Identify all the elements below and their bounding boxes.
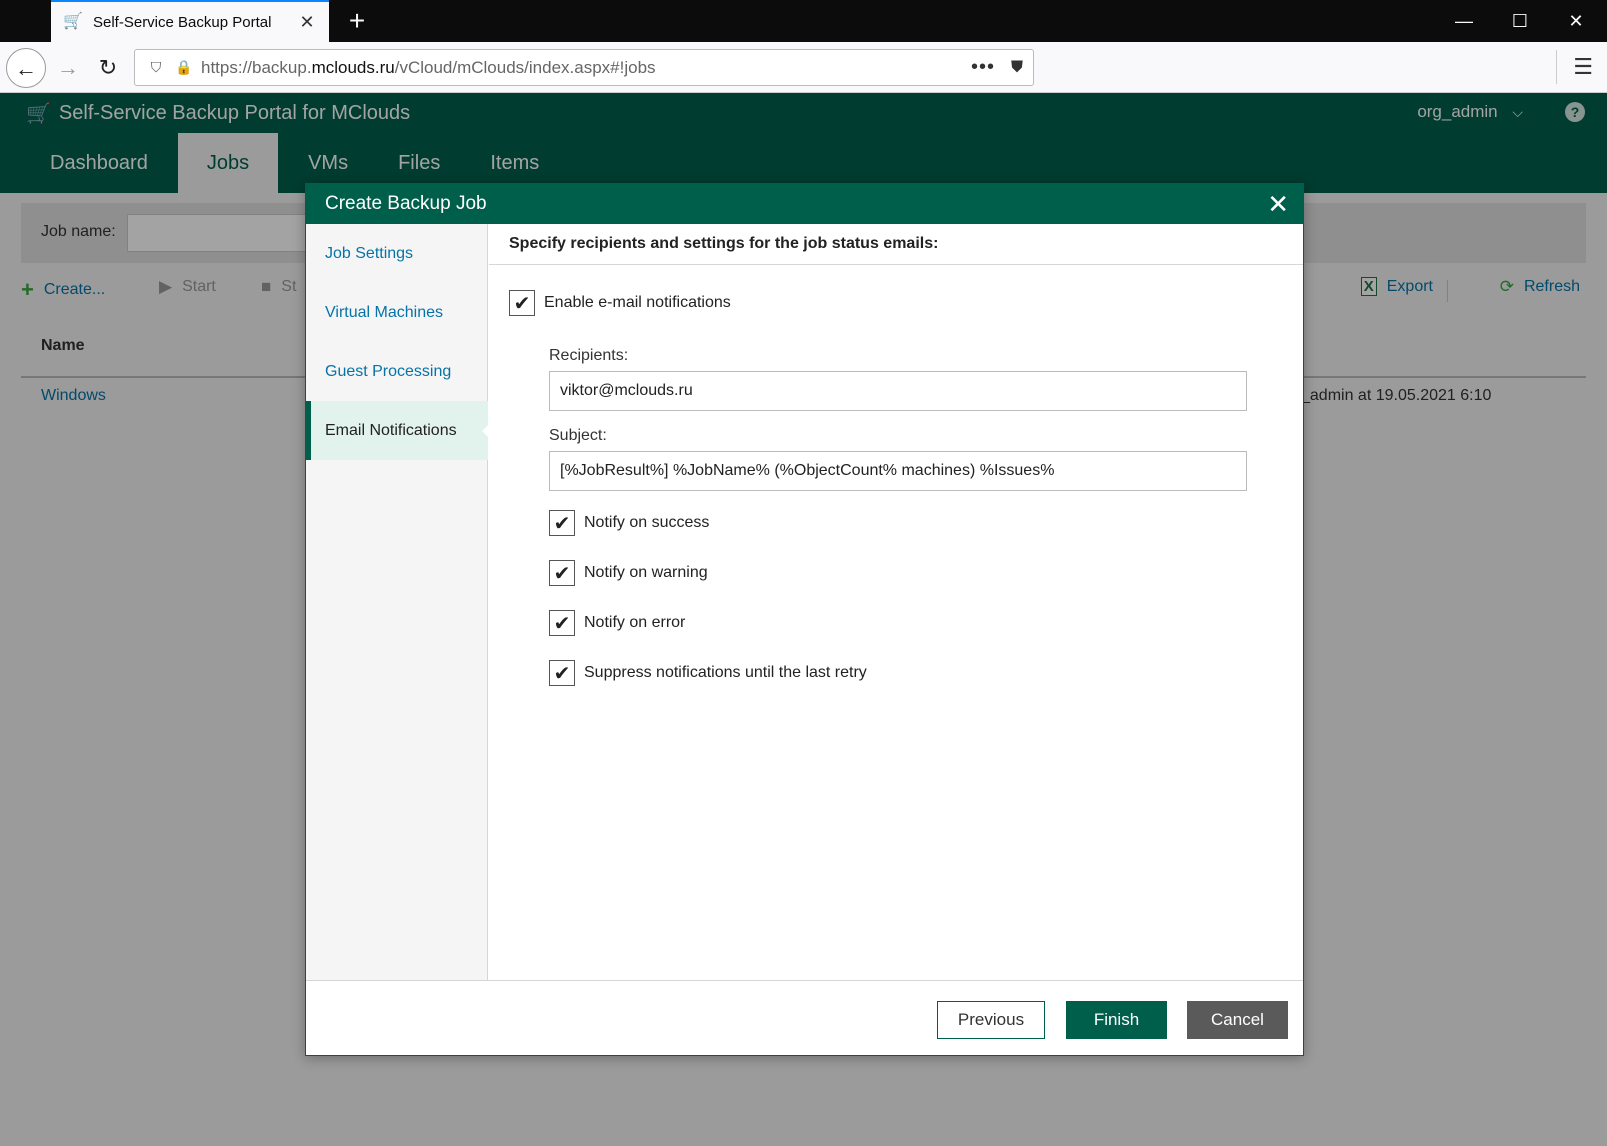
url-prefix: https://backup.: [201, 57, 312, 77]
subject-input[interactable]: [%JobResult%] %JobName% (%ObjectCount% m…: [549, 451, 1247, 491]
back-arrow-icon[interactable]: ←: [6, 48, 46, 88]
active-step-arrow: [482, 424, 489, 438]
shield-icon[interactable]: ⛉: [145, 59, 167, 76]
previous-button[interactable]: Previous: [937, 1001, 1045, 1039]
lock-icon[interactable]: 🔒: [173, 59, 195, 76]
url-path: /vCloud/mClouds/index.aspx#!jobs: [394, 57, 656, 77]
close-icon[interactable]: ✕: [1267, 189, 1289, 220]
close-window-icon[interactable]: ✕: [1548, 0, 1604, 42]
suppress-notifications-checkbox[interactable]: ✔: [549, 660, 575, 686]
maximize-window-icon[interactable]: ☐: [1492, 0, 1548, 42]
enable-email-label: Enable e-mail notifications: [544, 294, 731, 311]
notify-warning-checkbox[interactable]: ✔: [549, 560, 575, 586]
forward-arrow-icon[interactable]: →: [48, 48, 88, 88]
hamburger-menu-icon[interactable]: ☰: [1573, 54, 1593, 80]
suppress-notifications-label: Suppress notifications until the last re…: [584, 664, 867, 681]
notify-success-row[interactable]: ✔ Notify on success: [549, 510, 709, 536]
cart-favicon-icon: 🛒: [63, 13, 83, 30]
recipients-input[interactable]: viktor@mclouds.ru: [549, 371, 1247, 411]
dialog-title-bar: Create Backup Job ✕: [306, 184, 1303, 224]
address-bar[interactable]: ⛉ 🔒 https://backup.mclouds.ru/vCloud/mCl…: [134, 49, 1034, 86]
dialog-footer: Previous Finish Cancel: [306, 980, 1303, 1055]
step-job-settings[interactable]: Job Settings: [306, 224, 488, 283]
browser-tab-title: Self-Service Backup Portal: [93, 13, 272, 31]
page-actions-icon[interactable]: •••: [971, 56, 995, 79]
step-guest-processing[interactable]: Guest Processing: [306, 342, 488, 401]
close-tab-icon[interactable]: ✕: [297, 12, 317, 33]
dialog-title: Create Backup Job: [325, 193, 487, 214]
new-tab-button[interactable]: +: [340, 4, 374, 38]
enable-email-checkbox[interactable]: ✔: [509, 290, 535, 316]
browser-nav-bar: ← → ↻ ⛉ 🔒 https://backup.mclouds.ru/vClo…: [0, 42, 1607, 93]
step-email-notifications-label: Email Notifications: [325, 422, 457, 439]
browser-tab-bar: 🛒 Self-Service Backup Portal ✕ + — ☐ ✕: [0, 0, 1607, 42]
content-heading-text: Specify recipients and settings for the …: [509, 235, 939, 252]
url-text[interactable]: https://backup.mclouds.ru/vCloud/mClouds…: [201, 58, 971, 78]
step-virtual-machines[interactable]: Virtual Machines: [306, 283, 488, 342]
toolbar-divider: [1556, 50, 1557, 84]
notify-error-label: Notify on error: [584, 614, 686, 631]
pocket-icon[interactable]: ⛊: [1011, 59, 1023, 77]
reload-icon[interactable]: ↻: [88, 48, 128, 88]
step-email-notifications[interactable]: Email Notifications: [306, 401, 489, 460]
notify-error-checkbox[interactable]: ✔: [549, 610, 575, 636]
wizard-content: Specify recipients and settings for the …: [489, 224, 1303, 980]
enable-email-checkbox-row[interactable]: ✔ Enable e-mail notifications: [509, 290, 731, 316]
content-heading: Specify recipients and settings for the …: [489, 224, 1303, 265]
minimize-window-icon[interactable]: —: [1436, 0, 1492, 42]
finish-button[interactable]: Finish: [1066, 1001, 1167, 1039]
url-domain: mclouds.ru: [311, 57, 395, 77]
notify-error-row[interactable]: ✔ Notify on error: [549, 610, 685, 636]
notify-warning-label: Notify on warning: [584, 564, 708, 581]
subject-label: Subject:: [549, 427, 607, 444]
notify-success-checkbox[interactable]: ✔: [549, 510, 575, 536]
recipients-label: Recipients:: [549, 347, 629, 364]
create-backup-job-dialog: Create Backup Job ✕ Job Settings Virtual…: [305, 183, 1304, 1056]
browser-tab[interactable]: 🛒 Self-Service Backup Portal ✕: [51, 0, 329, 42]
wizard-steps: Job Settings Virtual Machines Guest Proc…: [306, 224, 489, 980]
notify-success-label: Notify on success: [584, 514, 710, 531]
suppress-notifications-row[interactable]: ✔ Suppress notifications until the last …: [549, 660, 867, 686]
cancel-button[interactable]: Cancel: [1187, 1001, 1288, 1039]
notify-warning-row[interactable]: ✔ Notify on warning: [549, 560, 708, 586]
